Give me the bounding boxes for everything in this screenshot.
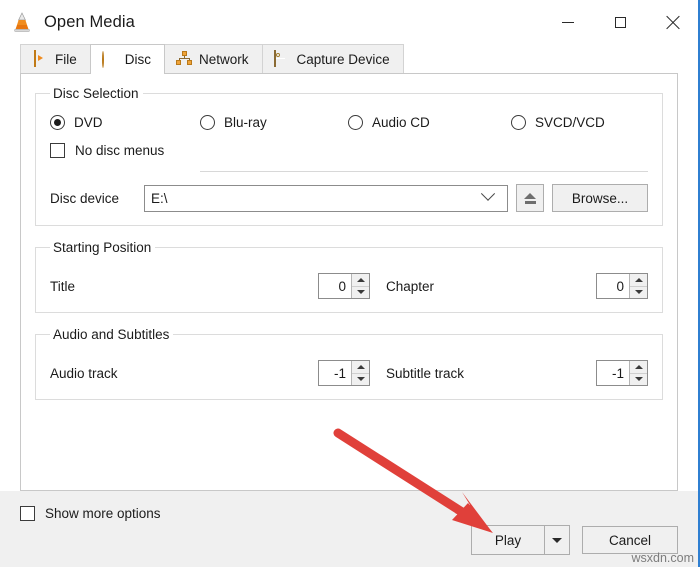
- tab-capture-device-label: Capture Device: [297, 52, 390, 67]
- window-title: Open Media: [44, 13, 135, 32]
- disc-selection-group: Disc Selection DVD Blu-ray Audio CD SVCD…: [35, 86, 663, 226]
- close-icon: [665, 15, 680, 30]
- chapter-spinner[interactable]: 0: [596, 273, 648, 299]
- title-spinner[interactable]: 0: [318, 273, 370, 299]
- disc-type-radio-group: DVD Blu-ray Audio CD SVCD/VCD: [50, 115, 648, 130]
- disc-device-value: E:\: [151, 191, 483, 206]
- minimize-icon: [562, 22, 574, 23]
- subtitle-track-spinner-down[interactable]: [630, 373, 647, 386]
- network-icon: [176, 51, 192, 67]
- show-more-options-label: Show more options: [45, 506, 161, 521]
- radio-svcd-vcd-indicator: [511, 115, 526, 130]
- subtitle-track-wrap: Subtitle track -1: [370, 360, 648, 386]
- radio-svcd-vcd[interactable]: SVCD/VCD: [511, 115, 605, 130]
- audio-track-spinner[interactable]: -1: [318, 360, 370, 386]
- audio-and-subtitles-legend: Audio and Subtitles: [50, 327, 173, 342]
- radio-svcd-vcd-label: SVCD/VCD: [535, 115, 605, 130]
- show-more-options-checkbox[interactable]: Show more options: [20, 491, 678, 521]
- radio-dvd-indicator: [50, 115, 65, 130]
- audio-and-subtitles-group: Audio and Subtitles Audio track -1 Subti…: [35, 327, 663, 400]
- maximize-button[interactable]: [594, 0, 646, 44]
- capture-device-icon: [274, 51, 290, 67]
- chapter-spinner-buttons: [629, 274, 647, 298]
- eject-button[interactable]: [516, 184, 544, 212]
- audio-subtitles-row: Audio track -1 Subtitle track -1: [50, 360, 648, 386]
- chevron-down-icon: [481, 187, 495, 201]
- audio-track-spinner-up[interactable]: [352, 361, 369, 373]
- starting-position-row: Title 0 Chapter 0: [50, 273, 648, 299]
- tab-capture-device[interactable]: Capture Device: [262, 44, 404, 73]
- starting-position-legend: Starting Position: [50, 240, 155, 255]
- show-more-options-box: [20, 506, 35, 521]
- subtitle-track-value: -1: [597, 361, 629, 385]
- divider: [200, 171, 648, 172]
- chapter-field-wrap: Chapter 0: [370, 273, 648, 299]
- minimize-button[interactable]: [542, 0, 594, 44]
- close-button[interactable]: [646, 0, 698, 44]
- disc-selection-legend: Disc Selection: [50, 86, 143, 101]
- disc-device-combobox[interactable]: E:\: [144, 185, 508, 212]
- dialog-footer: Show more options Play Cancel: [0, 491, 698, 567]
- subtitle-track-spinner-up[interactable]: [630, 361, 647, 373]
- title-field-wrap: Title 0: [50, 273, 370, 299]
- watermark: wsxdn.com: [631, 551, 694, 565]
- subtitle-track-label: Subtitle track: [370, 366, 596, 381]
- eject-icon: [524, 192, 536, 204]
- radio-blu-ray-label: Blu-ray: [224, 115, 267, 130]
- radio-audio-cd-label: Audio CD: [372, 115, 430, 130]
- audio-track-value: -1: [319, 361, 351, 385]
- chapter-spinner-down[interactable]: [630, 286, 647, 299]
- title-bar: Open Media: [0, 0, 698, 44]
- tab-disc[interactable]: Disc: [90, 44, 165, 74]
- no-disc-menus-box: [50, 143, 65, 158]
- no-disc-menus-label: No disc menus: [75, 143, 164, 158]
- tab-file-label: File: [55, 52, 77, 67]
- title-spinner-up[interactable]: [352, 274, 369, 286]
- disc-tab-panel: Disc Selection DVD Blu-ray Audio CD SVCD…: [20, 73, 678, 491]
- starting-position-group: Starting Position Title 0 Chapter: [35, 240, 663, 313]
- play-button[interactable]: Play: [471, 525, 544, 555]
- title-value: 0: [319, 274, 351, 298]
- no-disc-menus-checkbox[interactable]: No disc menus: [50, 143, 648, 158]
- radio-audio-cd[interactable]: Audio CD: [348, 115, 511, 130]
- radio-blu-ray-indicator: [200, 115, 215, 130]
- open-media-dialog: Open Media File Disc Network: [0, 0, 700, 567]
- audio-track-wrap: Audio track -1: [50, 360, 370, 386]
- play-split-button: Play: [471, 525, 570, 555]
- title-spinner-down[interactable]: [352, 286, 369, 299]
- vlc-cone-icon: [11, 11, 33, 33]
- subtitle-track-spinner-buttons: [629, 361, 647, 385]
- tab-strip: File Disc Network Capture Device: [0, 44, 698, 73]
- tab-network[interactable]: Network: [164, 44, 263, 73]
- tab-network-label: Network: [199, 52, 249, 67]
- audio-track-spinner-down[interactable]: [352, 373, 369, 386]
- window-controls: [542, 0, 698, 44]
- tab-disc-label: Disc: [125, 52, 151, 67]
- audio-track-label: Audio track: [50, 366, 318, 381]
- radio-blu-ray[interactable]: Blu-ray: [200, 115, 348, 130]
- chapter-label: Chapter: [370, 279, 596, 294]
- chapter-value: 0: [597, 274, 629, 298]
- disc-device-label: Disc device: [50, 191, 136, 206]
- maximize-icon: [615, 17, 626, 28]
- file-icon: [32, 51, 48, 67]
- radio-dvd[interactable]: DVD: [50, 115, 200, 130]
- title-label: Title: [50, 279, 318, 294]
- chapter-spinner-up[interactable]: [630, 274, 647, 286]
- tab-file[interactable]: File: [20, 44, 91, 73]
- browse-button[interactable]: Browse...: [552, 184, 648, 212]
- cancel-button[interactable]: Cancel: [582, 526, 678, 554]
- disc-icon: [102, 52, 118, 68]
- disc-device-row: Disc device E:\ Browse...: [50, 184, 648, 212]
- title-spinner-buttons: [351, 274, 369, 298]
- radio-dvd-label: DVD: [74, 115, 103, 130]
- subtitle-track-spinner[interactable]: -1: [596, 360, 648, 386]
- radio-audio-cd-indicator: [348, 115, 363, 130]
- audio-track-spinner-buttons: [351, 361, 369, 385]
- play-dropdown-button[interactable]: [544, 525, 570, 555]
